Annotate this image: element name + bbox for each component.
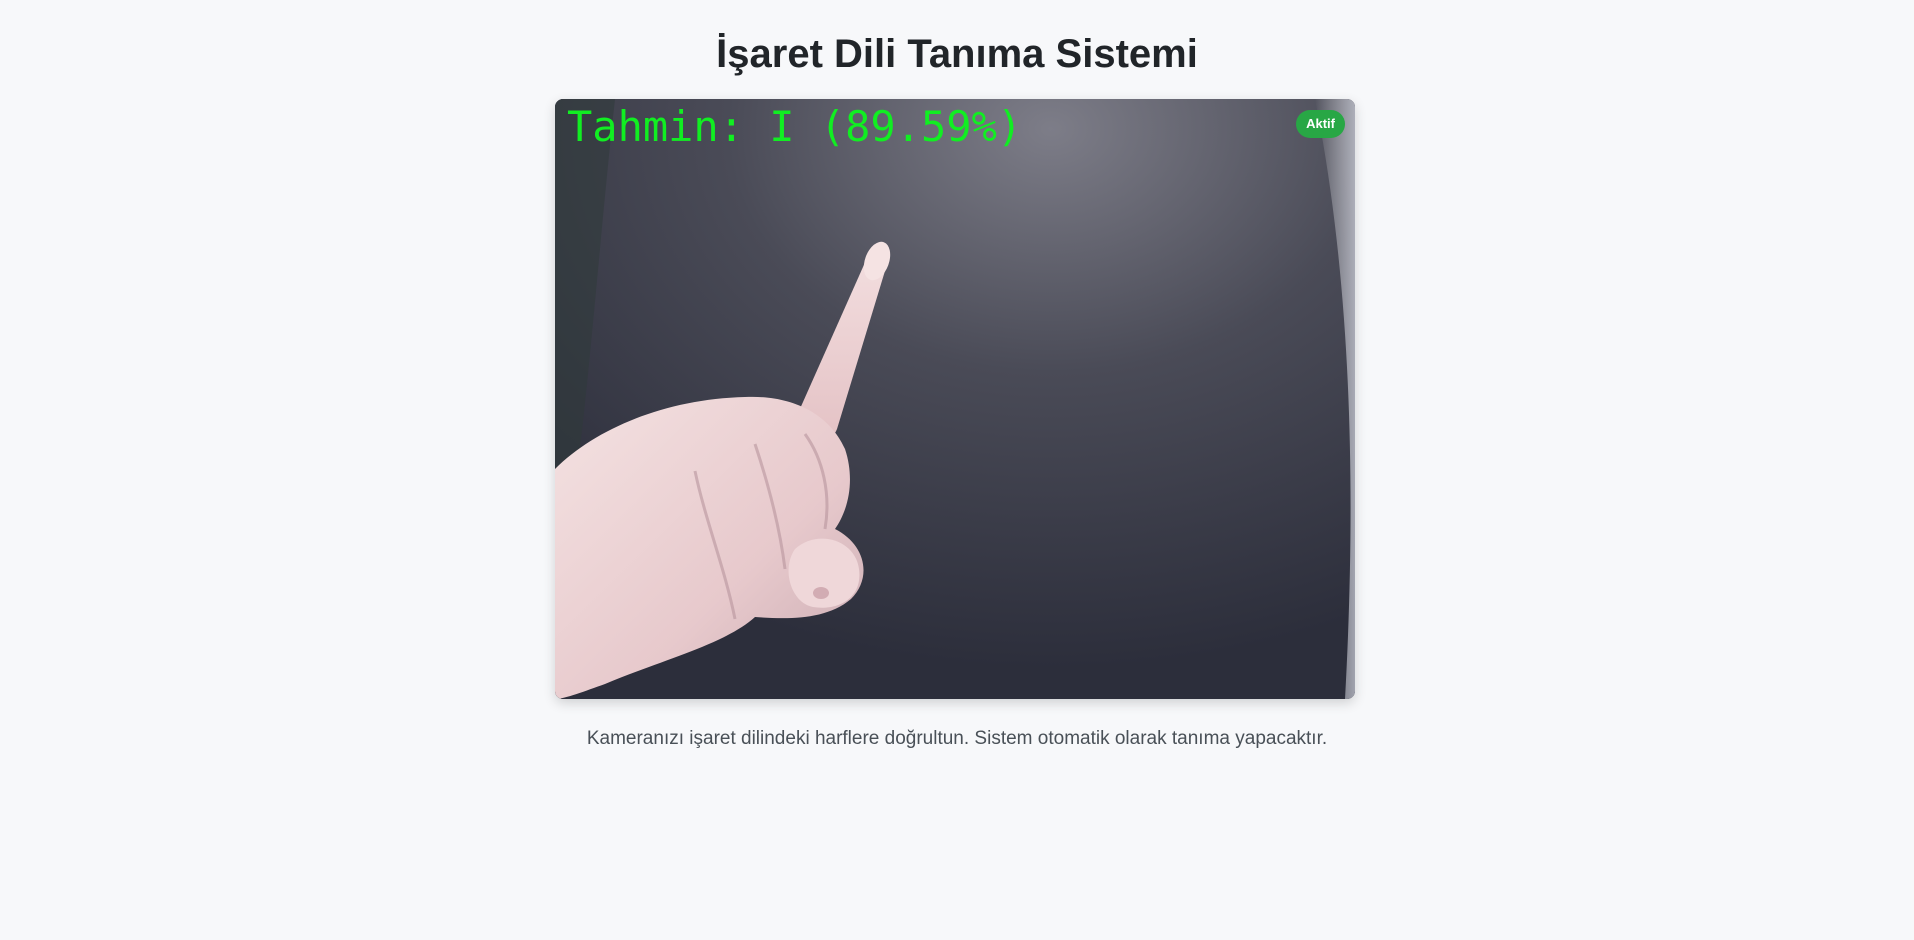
- camera-feed-card: Tahmin: I (89.59%) Aktif: [555, 99, 1355, 699]
- instructions-text: Kameranızı işaret dilindeki harflere doğ…: [586, 728, 1328, 749]
- page-title: İşaret Dili Tanıma Sistemi: [716, 32, 1198, 76]
- camera-feed: [555, 99, 1355, 699]
- page: İşaret Dili Tanıma Sistemi Tahmin: I (89…: [0, 0, 1914, 940]
- status-badge: Aktif: [1296, 110, 1345, 138]
- prediction-overlay: Tahmin: I (89.59%): [567, 102, 1023, 151]
